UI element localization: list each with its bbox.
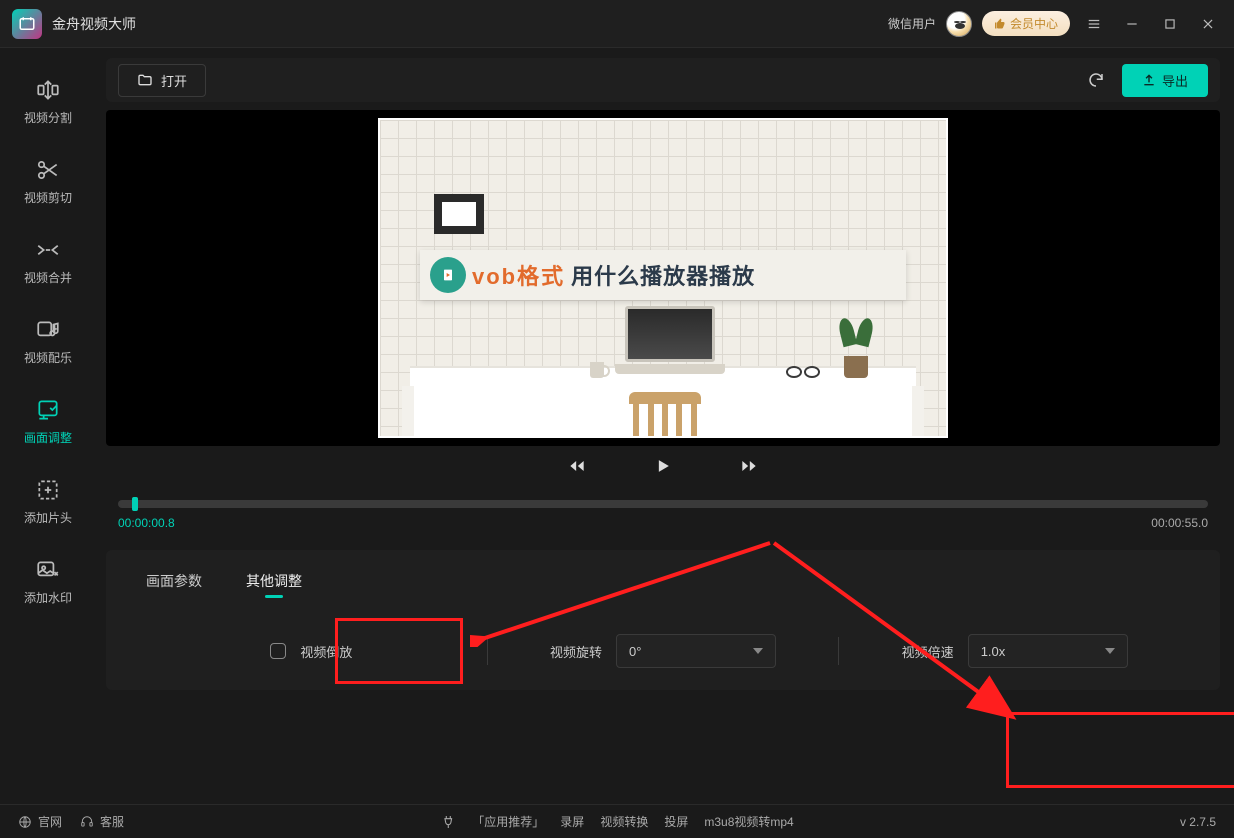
menu-button[interactable] <box>1080 10 1108 38</box>
footer-official[interactable]: 官网 <box>18 813 62 830</box>
sidebar-item-label: 画面调整 <box>24 429 72 446</box>
speed-select[interactable]: 1.0x <box>968 634 1128 668</box>
time-total: 00:00:55.0 <box>1151 516 1208 530</box>
open-label: 打开 <box>161 71 187 90</box>
refresh-button[interactable] <box>1080 64 1112 96</box>
vip-center-button[interactable]: 会员中心 <box>982 11 1070 36</box>
video-frame: vob格式 用什么播放器播放 <box>378 118 948 438</box>
footer-service[interactable]: 客服 <box>80 813 124 830</box>
watermark-icon <box>35 557 61 583</box>
folder-icon <box>137 72 153 88</box>
timeline-playhead[interactable] <box>132 497 138 511</box>
controls-row: 视频倒放 视频旋转 0° 视频倍速 1.0x <box>106 612 1220 668</box>
chevron-down-icon <box>753 646 763 656</box>
merge-icon <box>35 237 61 263</box>
headset-icon <box>80 815 94 829</box>
sidebar-item-label: 视频配乐 <box>24 349 72 366</box>
app-title: 金舟视频大师 <box>52 14 136 34</box>
sidebar-item-watermark[interactable]: 添加水印 <box>13 546 83 616</box>
footer-cast[interactable]: 投屏 <box>664 813 688 830</box>
reverse-checkbox[interactable] <box>270 643 286 659</box>
sidebar-item-split[interactable]: 视频分割 <box>13 66 83 136</box>
playback-controls <box>106 446 1220 486</box>
maximize-button[interactable] <box>1156 10 1184 38</box>
adjust-icon <box>35 397 61 423</box>
toolbar: 打开 导出 <box>106 58 1220 102</box>
sidebar-item-label: 视频合并 <box>24 269 72 286</box>
tab-params[interactable]: 画面参数 <box>124 550 224 612</box>
settings-panel: 画面参数 其他调整 视频倒放 视频旋转 0° 视频倍速 1.0x <box>106 550 1220 690</box>
speed-label: 视频倍速 <box>902 642 954 661</box>
rotate-select[interactable]: 0° <box>616 634 776 668</box>
speed-group: 视频倍速 1.0x <box>839 634 1190 668</box>
open-button[interactable]: 打开 <box>118 64 206 97</box>
sidebar-item-label: 视频剪切 <box>24 189 72 206</box>
app-logo-icon <box>12 9 42 39</box>
sidebar-item-label: 添加片头 <box>24 509 72 526</box>
user-avatar[interactable] <box>946 11 972 37</box>
play-file-icon <box>430 257 466 293</box>
time-current: 00:00:00.8 <box>118 516 175 530</box>
timeline-area: 00:00:00.8 00:00:55.0 <box>106 486 1220 536</box>
footer-video-convert[interactable]: 视频转换 <box>600 813 648 830</box>
export-label: 导出 <box>1162 71 1188 90</box>
sidebar-item-intro[interactable]: 添加片头 <box>13 466 83 536</box>
split-icon <box>35 77 61 103</box>
plug-icon <box>440 814 456 830</box>
sidebar-item-music[interactable]: 视频配乐 <box>13 306 83 376</box>
export-button[interactable]: 导出 <box>1122 64 1208 97</box>
globe-icon <box>18 815 32 829</box>
sidebar-item-adjust[interactable]: 画面调整 <box>13 386 83 456</box>
refresh-icon <box>1087 71 1105 89</box>
thumbs-up-icon <box>994 18 1006 30</box>
intro-icon <box>35 477 61 503</box>
minimize-button[interactable] <box>1118 10 1146 38</box>
titlebar: 金舟视频大师 微信用户 会员中心 <box>0 0 1234 48</box>
footer-recommend[interactable]: 「应用推荐」 <box>472 813 544 830</box>
rewind-button[interactable] <box>564 453 590 479</box>
sidebar: 视频分割 视频剪切 视频合并 视频配乐 画面调整 添加片头 添加水印 <box>0 48 96 804</box>
footer-center: 「应用推荐」 录屏 视频转换 投屏 m3u8视频转mp4 <box>440 813 793 830</box>
scissors-icon <box>35 157 61 183</box>
music-icon <box>35 317 61 343</box>
banner-text-1: vob格式 <box>472 259 565 291</box>
footer-screen-record[interactable]: 录屏 <box>560 813 584 830</box>
sidebar-item-cut[interactable]: 视频剪切 <box>13 146 83 216</box>
sidebar-item-label: 视频分割 <box>24 109 72 126</box>
vip-label: 会员中心 <box>1010 15 1058 32</box>
rotate-value: 0° <box>629 644 641 659</box>
annotation-box-tab <box>335 618 463 684</box>
forward-button[interactable] <box>736 453 762 479</box>
tab-other-adjust[interactable]: 其他调整 <box>224 550 324 612</box>
sidebar-item-label: 添加水印 <box>24 589 72 606</box>
rewind-icon <box>567 456 587 476</box>
rotate-label: 视频旋转 <box>550 642 602 661</box>
banner-text-2: 用什么播放器播放 <box>571 259 755 291</box>
tabs-row: 画面参数 其他调整 <box>106 550 1220 612</box>
rotate-group: 视频旋转 0° <box>488 634 839 668</box>
version-label: v 2.7.5 <box>1180 815 1216 829</box>
annotation-box-speed <box>1006 712 1234 788</box>
wechat-user-label: 微信用户 <box>888 15 936 32</box>
forward-icon <box>739 456 759 476</box>
main-area: 打开 导出 vob格式 用什么播放器播放 <box>96 48 1234 804</box>
sidebar-item-merge[interactable]: 视频合并 <box>13 226 83 296</box>
play-icon <box>653 456 673 476</box>
footer: 官网 客服 「应用推荐」 录屏 视频转换 投屏 m3u8视频转mp4 v 2.7… <box>0 804 1234 838</box>
chevron-down-icon <box>1105 646 1115 656</box>
play-button[interactable] <box>650 453 676 479</box>
video-preview[interactable]: vob格式 用什么播放器播放 <box>106 110 1220 446</box>
upload-icon <box>1142 73 1156 87</box>
timeline-track[interactable] <box>118 500 1208 508</box>
speed-value: 1.0x <box>981 644 1006 659</box>
footer-m3u8[interactable]: m3u8视频转mp4 <box>704 813 793 830</box>
close-button[interactable] <box>1194 10 1222 38</box>
